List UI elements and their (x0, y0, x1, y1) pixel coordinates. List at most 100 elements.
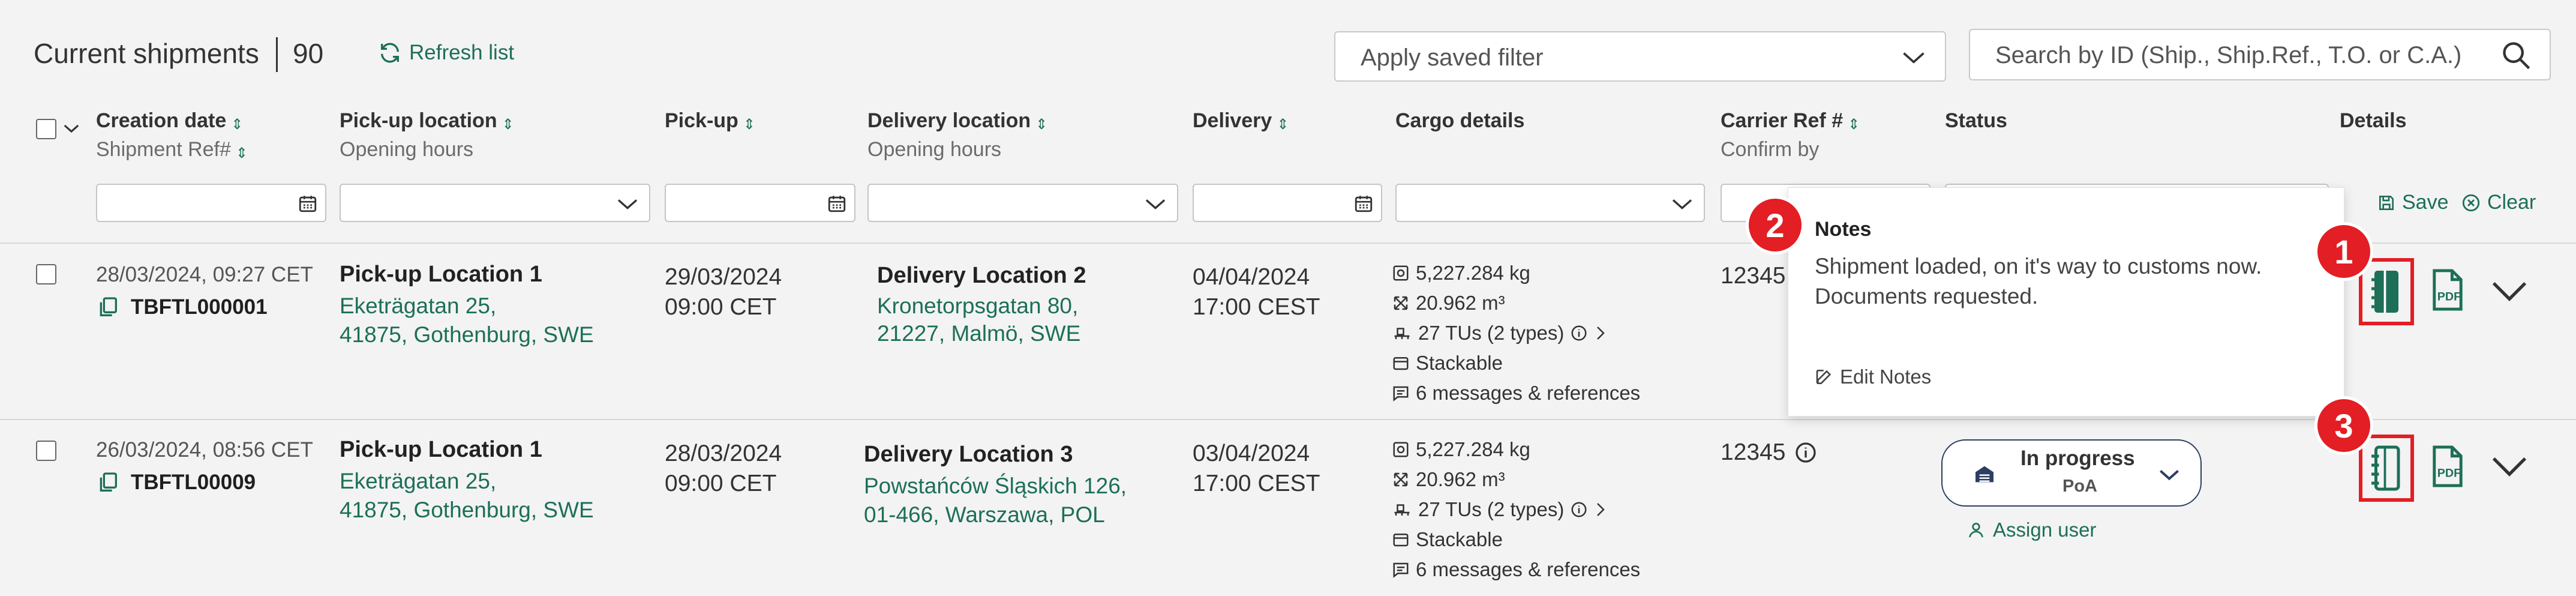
message-icon (1393, 562, 1409, 578)
info-icon[interactable] (1794, 441, 1818, 465)
chevron-down-icon (1145, 199, 1166, 209)
col-delivery-location[interactable]: Delivery location ⇕ (867, 109, 1047, 133)
cargo-messages-text: 6 messages & references (1416, 558, 1641, 580)
pdf-icon: PDF (2433, 445, 2463, 487)
cargo-tus-text: 27 TUs (2 types) (1418, 322, 1565, 344)
info-icon[interactable] (1570, 501, 1588, 519)
calendar-icon[interactable] (827, 193, 847, 214)
cargo-tus-text: 27 TUs (2 types) (1418, 498, 1565, 520)
assign-user-button[interactable]: Assign user (1966, 519, 2096, 541)
notes-popup: Notes Shipment loaded, on it's way to cu… (1788, 187, 2344, 417)
delivery-location-filter[interactable] (867, 184, 1178, 222)
pickup-date-filter[interactable] (665, 184, 855, 222)
row-checkbox[interactable] (36, 264, 56, 284)
cargo-stackable-text: Stackable (1416, 352, 1503, 374)
table-row[interactable]: 26/03/2024, 08:56 CET TBFTL00009 Pick-up… (0, 420, 2576, 596)
cargo-volume-text: 20.962 m³ (1416, 468, 1505, 490)
search-icon[interactable] (2500, 40, 2532, 71)
delivery-address-line1: Powstańców Śląskich 126, (864, 474, 1127, 498)
pickup-location-filter[interactable] (340, 184, 650, 222)
delivery-date-filter[interactable] (1193, 184, 1382, 222)
notes-button[interactable] (2359, 435, 2414, 502)
sort-icon[interactable]: ⇕ (743, 116, 755, 133)
pickup-address-line1: Eketrägatan 25, (340, 293, 497, 318)
delivery-date: 03/04/2024 (1193, 441, 1310, 466)
col-pickup[interactable]: Pick-up ⇕ (665, 109, 755, 133)
page-title: Current shipments (34, 38, 259, 69)
col-pickup-location[interactable]: Pick-up location ⇕ (340, 109, 514, 133)
cargo-messages[interactable]: 6 messages & references (1392, 555, 1640, 585)
volume-icon (1394, 296, 1408, 310)
cargo-details-filter[interactable] (1395, 184, 1705, 222)
annotation-badge-2: 2 (1746, 196, 1805, 254)
col-shipment-ref[interactable]: Shipment Ref# ⇕ (96, 138, 248, 162)
cargo-weight-text: 5,227.284 kg (1416, 262, 1530, 284)
search-input[interactable]: Search by ID (Ship., Ship.Ref., T.O. or … (1969, 29, 2551, 80)
weight-icon (1393, 265, 1409, 281)
status-dropdown[interactable]: In progress PoA (1941, 439, 2202, 507)
sort-icon[interactable]: ⇕ (231, 116, 243, 133)
cargo-messages-text: 6 messages & references (1416, 382, 1641, 404)
pickup-date: 29/03/2024 (665, 264, 782, 290)
col-delivery-location-label: Delivery location (867, 109, 1031, 132)
delivery-location-name: Delivery Location 3 (864, 442, 1073, 467)
cargo-volume-text: 20.962 m³ (1416, 292, 1505, 314)
col-delivery-opening-hours: Opening hours (867, 138, 1002, 161)
col-carrier-ref[interactable]: Carrier Ref # ⇕ (1721, 109, 1860, 133)
user-icon (1969, 523, 1983, 538)
pdf-button[interactable]: PDF (2430, 268, 2466, 315)
chevron-down-icon (2160, 469, 2179, 481)
row-checkbox[interactable] (36, 441, 56, 461)
pickup-location-name: Pick-up Location 1 (340, 437, 542, 462)
svg-text:PDF: PDF (2437, 290, 2461, 303)
sort-icon[interactable]: ⇕ (1277, 116, 1289, 133)
expand-row-chevron[interactable] (2490, 278, 2529, 304)
sort-icon[interactable]: ⇕ (502, 116, 514, 133)
sort-icon[interactable]: ⇕ (1035, 116, 1047, 133)
annotation-badge-3: 3 (2314, 396, 2373, 455)
cargo-details: 5,227.284 kg 20.962 m³ 27 TUs (2 types) … (1392, 435, 1640, 585)
chevron-right-icon[interactable] (1594, 501, 1607, 519)
select-all-checkbox[interactable] (36, 119, 56, 139)
copy-icon[interactable] (96, 294, 120, 321)
shipment-ref: TBFTL00009 (96, 469, 256, 496)
col-delivery[interactable]: Delivery ⇕ (1193, 109, 1289, 133)
chevron-right-icon[interactable] (1594, 324, 1607, 342)
edit-notes-button[interactable]: Edit Notes (1815, 366, 1931, 388)
expand-row-chevron[interactable] (2490, 454, 2529, 479)
notes-icon (2371, 271, 2398, 313)
copy-icon[interactable] (96, 469, 120, 496)
chevron-down-icon (617, 199, 638, 209)
delivery-location-name: Delivery Location 2 (877, 263, 1086, 288)
cargo-messages[interactable]: 6 messages & references (1392, 378, 1640, 408)
save-filter-button[interactable]: Save (2377, 191, 2449, 214)
refresh-icon (381, 43, 399, 63)
col-carrier-ref-label: Carrier Ref # (1721, 109, 1844, 132)
save-filter-label: Save (2402, 191, 2449, 214)
saved-filter-select[interactable]: Apply saved filter (1334, 31, 1946, 82)
chevron-down-icon[interactable] (62, 122, 80, 134)
refresh-list-button[interactable]: Refresh list (378, 41, 514, 65)
cargo-tus[interactable]: 27 TUs (2 types) (1392, 318, 1640, 348)
shipment-count: 90 (293, 38, 324, 69)
clear-filter-button[interactable]: Clear (2461, 191, 2536, 214)
delivery-time: 17:00 CEST (1193, 471, 1320, 496)
info-icon[interactable] (1570, 324, 1588, 342)
pallet-icon (1394, 328, 1410, 339)
carrier-ref: 12345 (1721, 263, 1786, 289)
pdf-button[interactable]: PDF (2430, 444, 2466, 492)
calendar-icon[interactable] (298, 193, 318, 214)
pickup-time: 09:00 CET (665, 471, 777, 496)
status-icon (1975, 466, 1993, 483)
calendar-icon[interactable] (1353, 193, 1374, 214)
delivery-address-line2: 01-466, Warszawa, POL (864, 502, 1105, 527)
sort-icon[interactable]: ⇕ (236, 145, 248, 162)
pickup-address-line1: Eketrägatan 25, (340, 469, 497, 493)
message-icon (1393, 386, 1409, 402)
col-details: Details (2340, 109, 2407, 132)
sort-icon[interactable]: ⇕ (1848, 116, 1860, 133)
delivery-address-line2: 21227, Malmö, SWE (877, 321, 1081, 346)
col-creation-date[interactable]: Creation date ⇕ (96, 109, 243, 133)
creation-date-filter[interactable] (96, 184, 326, 222)
cargo-tus[interactable]: 27 TUs (2 types) (1392, 495, 1640, 525)
